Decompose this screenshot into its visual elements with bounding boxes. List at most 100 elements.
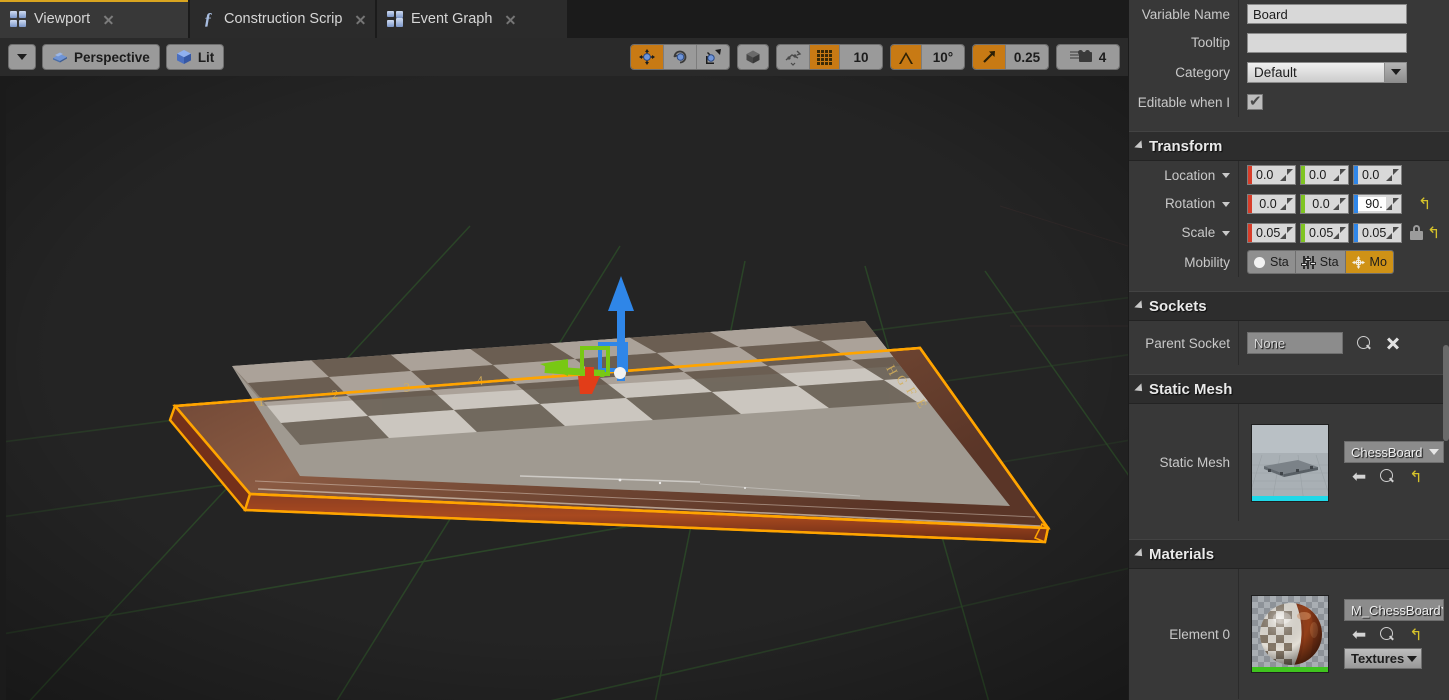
viewport-3d-canvas[interactable]: 1 2 3 4 5 6 H G F E [0,76,1128,700]
material-preview [1252,596,1329,673]
grid-snap-value[interactable]: 10 [840,45,882,69]
shading-mode-button[interactable]: Lit [166,44,225,70]
section-header-static-mesh[interactable]: Static Mesh [1129,374,1449,404]
column-divider [1238,569,1239,699]
section-header-transform[interactable]: Transform [1129,131,1449,161]
clear-icon[interactable] [1386,336,1400,350]
chevron-down-icon [17,54,27,60]
category-dropdown[interactable]: Default [1247,62,1407,83]
rotation-z-input[interactable]: 90. [1353,194,1402,214]
scale-y-input[interactable]: 0.05 [1300,223,1349,243]
row-variable-name: Variable Name Board [1129,0,1449,28]
location-z-input[interactable]: 0.0 [1353,165,1402,185]
column-divider [1238,0,1239,28]
column-divider [1238,404,1239,521]
tab-event-graph-close-icon[interactable] [504,13,517,26]
surface-snap-icon [784,48,802,66]
details-scrollbar[interactable] [1443,345,1449,441]
scale-z-input[interactable]: 0.05 [1353,223,1402,243]
material-asset-name: M_ChessBoard [1351,603,1441,618]
chessboard-mesh[interactable]: 1 2 3 4 5 6 H G F E [0,76,1128,700]
viewport-options-button[interactable] [8,44,36,70]
camera-perspective-icon [52,49,68,65]
location-label[interactable]: Location [1129,168,1238,183]
move-tool-button[interactable] [631,45,664,69]
scale-snap-toggle[interactable] [973,45,1006,69]
location-y-input[interactable]: 0.0 [1300,165,1349,185]
event-graph-icon [387,11,403,27]
material-thumbnail[interactable] [1251,595,1329,673]
scale-lock-icon[interactable] [1410,225,1423,240]
static-mesh-reset-button[interactable]: ↰ [1409,470,1422,484]
rotation-x-input[interactable]: 0.0 [1247,194,1296,214]
location-vector: 0.0 0.0 0.0 [1247,165,1402,185]
thumbnail-status-bar [1252,667,1328,672]
scale-snap-value[interactable]: 0.25 [1006,45,1048,69]
camera-speed-value[interactable]: 4 [1057,45,1119,69]
search-icon[interactable] [1380,469,1395,484]
parent-socket-value[interactable]: None [1247,332,1343,354]
static-mesh-thumbnail[interactable] [1251,424,1329,502]
tooltip-label: Tooltip [1129,35,1238,50]
sliders-icon [1302,256,1315,269]
search-icon[interactable] [1357,336,1372,351]
viewport-pane: Viewport ƒ Construction Scrip Event Grap… [0,0,1128,700]
column-divider [1238,189,1239,218]
location-x-input[interactable]: 0.0 [1247,165,1296,185]
chevron-down-icon [1384,63,1406,82]
category-label: Category [1129,65,1238,80]
scale-x-input[interactable]: 0.05 [1247,223,1296,243]
circle-icon [1254,257,1265,268]
rotation-reset-button[interactable]: ↰ [1418,197,1431,211]
angle-snap-toggle[interactable] [891,45,922,69]
textures-dropdown-button[interactable]: Textures [1344,648,1422,669]
move-icon [638,48,656,66]
angle-snap-value[interactable]: 10° [922,45,964,69]
search-icon[interactable] [1380,627,1395,642]
collapse-triangle-icon [1134,300,1145,311]
rotation-vector: 0.0 0.0 90. ↰ [1247,194,1431,214]
tab-event-graph[interactable]: Event Graph [377,0,567,38]
scale-tool-button[interactable] [697,45,729,69]
mobility-label: Mobility [1129,255,1238,270]
grid-snap-toggle[interactable] [810,45,840,69]
row-static-mesh: Static Mesh [1129,404,1449,521]
mobility-stationary-button[interactable]: Sta [1296,251,1346,273]
tab-viewport[interactable]: Viewport [0,0,188,38]
mobility-static-button[interactable]: Sta [1248,251,1296,273]
section-header-sockets[interactable]: Sockets [1129,291,1449,321]
world-cube-icon [745,49,761,65]
camera-speed-group: 4 [1056,44,1120,70]
viewport-left-border [0,76,6,700]
angle-snap-group: 10° [890,44,965,70]
lit-cube-icon [176,49,192,65]
rotation-label[interactable]: Rotation [1129,196,1238,211]
tab-construction-script[interactable]: ƒ Construction Scrip [190,0,375,38]
row-tooltip: Tooltip [1129,28,1449,57]
surface-snap-button[interactable] [777,45,810,69]
column-divider [1238,87,1239,117]
browse-back-icon[interactable]: ⬅ [1352,628,1366,642]
scale-label[interactable]: Scale [1129,225,1238,240]
rotation-y-input[interactable]: 0.0 [1300,194,1349,214]
material-reset-button[interactable]: ↰ [1409,628,1422,642]
tab-construction-script-close-icon[interactable] [354,13,367,26]
tab-viewport-close-icon[interactable] [102,13,115,26]
section-header-materials[interactable]: Materials [1129,539,1449,569]
tooltip-input[interactable] [1247,33,1407,53]
rotate-tool-button[interactable] [664,45,697,69]
material-asset-dropdown[interactable]: M_ChessBoard [1344,599,1444,621]
mobility-toggle-group: Sta Sta Mo [1247,250,1394,274]
collapse-triangle-icon [1134,140,1145,151]
editable-when-inherited-checkbox[interactable] [1247,94,1263,110]
variable-name-label: Variable Name [1129,7,1238,22]
scale-icon [704,48,722,66]
scale-reset-button[interactable]: ↰ [1427,226,1440,240]
variable-name-input[interactable]: Board [1247,4,1407,24]
row-category: Category Default [1129,57,1449,87]
mobility-movable-button[interactable]: Mo [1346,251,1393,273]
static-mesh-asset-dropdown[interactable]: ChessBoard [1344,441,1444,463]
browse-back-icon[interactable]: ⬅ [1352,470,1366,484]
world-space-button[interactable] [738,45,768,69]
view-mode-button[interactable]: Perspective [42,44,160,70]
